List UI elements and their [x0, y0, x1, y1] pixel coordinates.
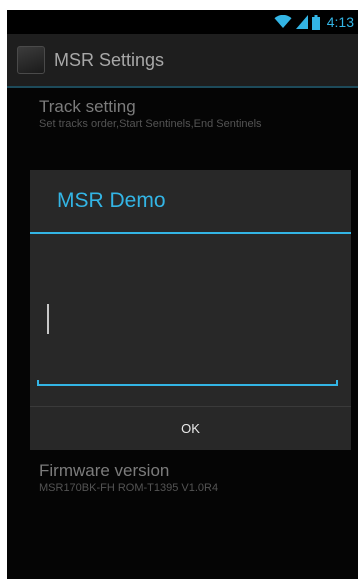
status-icons: 4:13: [274, 13, 354, 31]
pref-title: Track setting: [39, 97, 136, 116]
app-icon[interactable]: [17, 46, 45, 74]
android-screen: 4:13 MSR Settings Track setting Set trac…: [7, 10, 358, 579]
action-bar: MSR Settings: [7, 34, 358, 86]
dialog-title: MSR Demo: [57, 189, 166, 212]
device-frame: 4:13 MSR Settings Track setting Set trac…: [0, 0, 358, 579]
msr-demo-dialog: MSR Demo OK: [30, 170, 351, 450]
input-underline: [37, 380, 338, 386]
signal-icon: [295, 15, 308, 29]
pref-summary: Set tracks order,Start Sentinels,End Sen…: [39, 118, 262, 130]
pref-title: Firmware version: [39, 461, 170, 480]
action-bar-title: MSR Settings: [54, 49, 165, 70]
dialog-title-area: MSR Demo: [30, 170, 351, 232]
dialog-text-input[interactable]: [37, 290, 338, 386]
action-bar-divider: [7, 86, 358, 88]
wifi-icon: [274, 15, 292, 28]
pref-item-track-setting[interactable]: Track setting Set tracks order,Start Sen…: [39, 97, 279, 131]
status-bar: 4:13: [7, 10, 358, 34]
ok-button[interactable]: OK: [30, 407, 351, 450]
text-cursor: [47, 304, 49, 334]
dialog-title-divider: [30, 232, 351, 234]
pref-summary: MSR170BK-FH ROM-T1395 V1.0R4: [39, 482, 219, 494]
status-time: 4:13: [326, 14, 354, 30]
battery-icon: [311, 14, 320, 30]
pref-item-firmware-version[interactable]: Firmware version MSR170BK-FH ROM-T1395 V…: [39, 461, 279, 495]
